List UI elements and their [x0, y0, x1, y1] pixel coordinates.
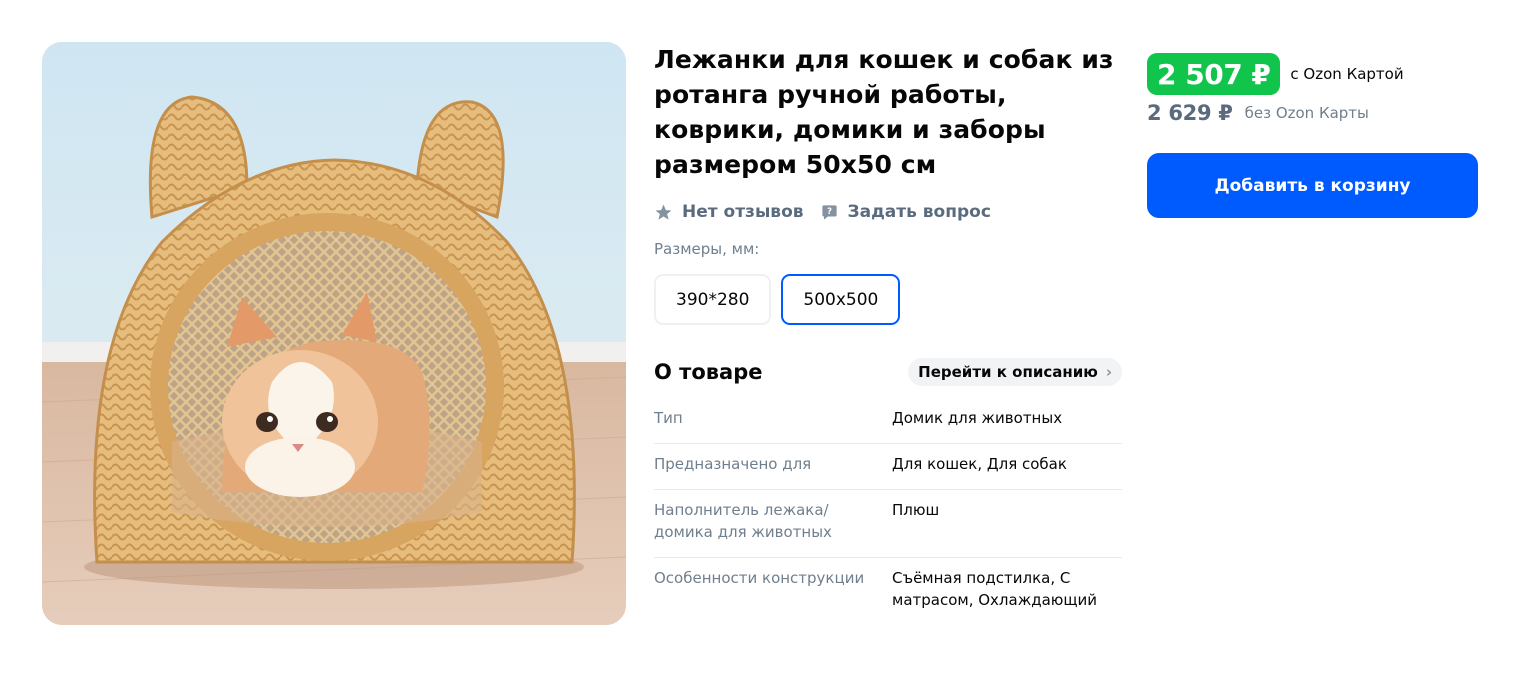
product-image — [42, 42, 626, 625]
about-header: О товаре Перейти к описанию › — [654, 358, 1122, 386]
add-to-cart-button[interactable]: Добавить в корзину — [1147, 153, 1478, 218]
spec-key: Особенности конструкции — [654, 569, 865, 587]
chevron-right-icon: › — [1105, 363, 1112, 381]
spec-value: Для кошек, Для собак — [892, 455, 1067, 473]
regular-price-note: без Ozon Карты — [1244, 104, 1369, 122]
spec-value: Съёмная подстилка, С матрасом, Охлаждающ… — [892, 569, 1098, 609]
product-info: Лежанки для кошек и собак из ротанга руч… — [654, 42, 1122, 625]
size-option-390x280[interactable]: 390*280 — [654, 274, 772, 325]
reviews-link[interactable]: Нет отзывов — [654, 202, 804, 222]
size-selector: 390*280 500x500 — [654, 274, 1122, 325]
spec-key: Предназначено для — [654, 455, 812, 473]
size-option-500x500[interactable]: 500x500 — [781, 274, 901, 325]
spec-key: Тип — [654, 409, 683, 427]
card-price-row: 2 507 ₽ с Ozon Картой — [1147, 53, 1478, 95]
spec-row: Наполнитель лежака/ домика для животных … — [654, 490, 1122, 558]
spec-row: Особенности конструкции Съёмная подстилк… — [654, 558, 1122, 625]
star-icon — [655, 204, 672, 220]
ask-question-link[interactable]: ? Задать вопрос — [820, 202, 991, 222]
specs-list: Тип Домик для животных Предназначено для… — [654, 398, 1122, 625]
regular-price-row: 2 629 ₽ без Ozon Карты — [1147, 101, 1478, 125]
sizes-label: Размеры, мм: — [654, 240, 760, 258]
svg-text:?: ? — [826, 207, 831, 217]
spec-row: Тип Домик для животных — [654, 398, 1122, 444]
ask-question-label: Задать вопрос — [847, 202, 991, 222]
regular-price: 2 629 ₽ — [1147, 101, 1233, 125]
product-photo[interactable] — [42, 42, 626, 625]
go-to-description-link[interactable]: Перейти к описанию › — [908, 358, 1122, 386]
chat-question-icon: ? — [821, 204, 837, 220]
product-title: Лежанки для кошек и собак из ротанга руч… — [654, 45, 1114, 179]
spec-key: Наполнитель лежака/ домика для животных — [654, 501, 832, 541]
spec-value: Домик для животных — [892, 409, 1063, 427]
product-meta: Нет отзывов ? Задать вопрос — [654, 198, 1122, 226]
buy-box: 2 507 ₽ с Ozon Картой 2 629 ₽ без Ozon К… — [1147, 53, 1478, 218]
card-price: 2 507 ₽ — [1147, 53, 1281, 95]
spec-value: Плюш — [892, 501, 940, 519]
reviews-label: Нет отзывов — [682, 202, 804, 222]
about-title: О товаре — [654, 360, 763, 384]
spec-row: Предназначено для Для кошек, Для собак — [654, 444, 1122, 490]
card-price-note: с Ozon Картой — [1290, 65, 1404, 83]
go-to-description-label: Перейти к описанию — [918, 363, 1098, 381]
